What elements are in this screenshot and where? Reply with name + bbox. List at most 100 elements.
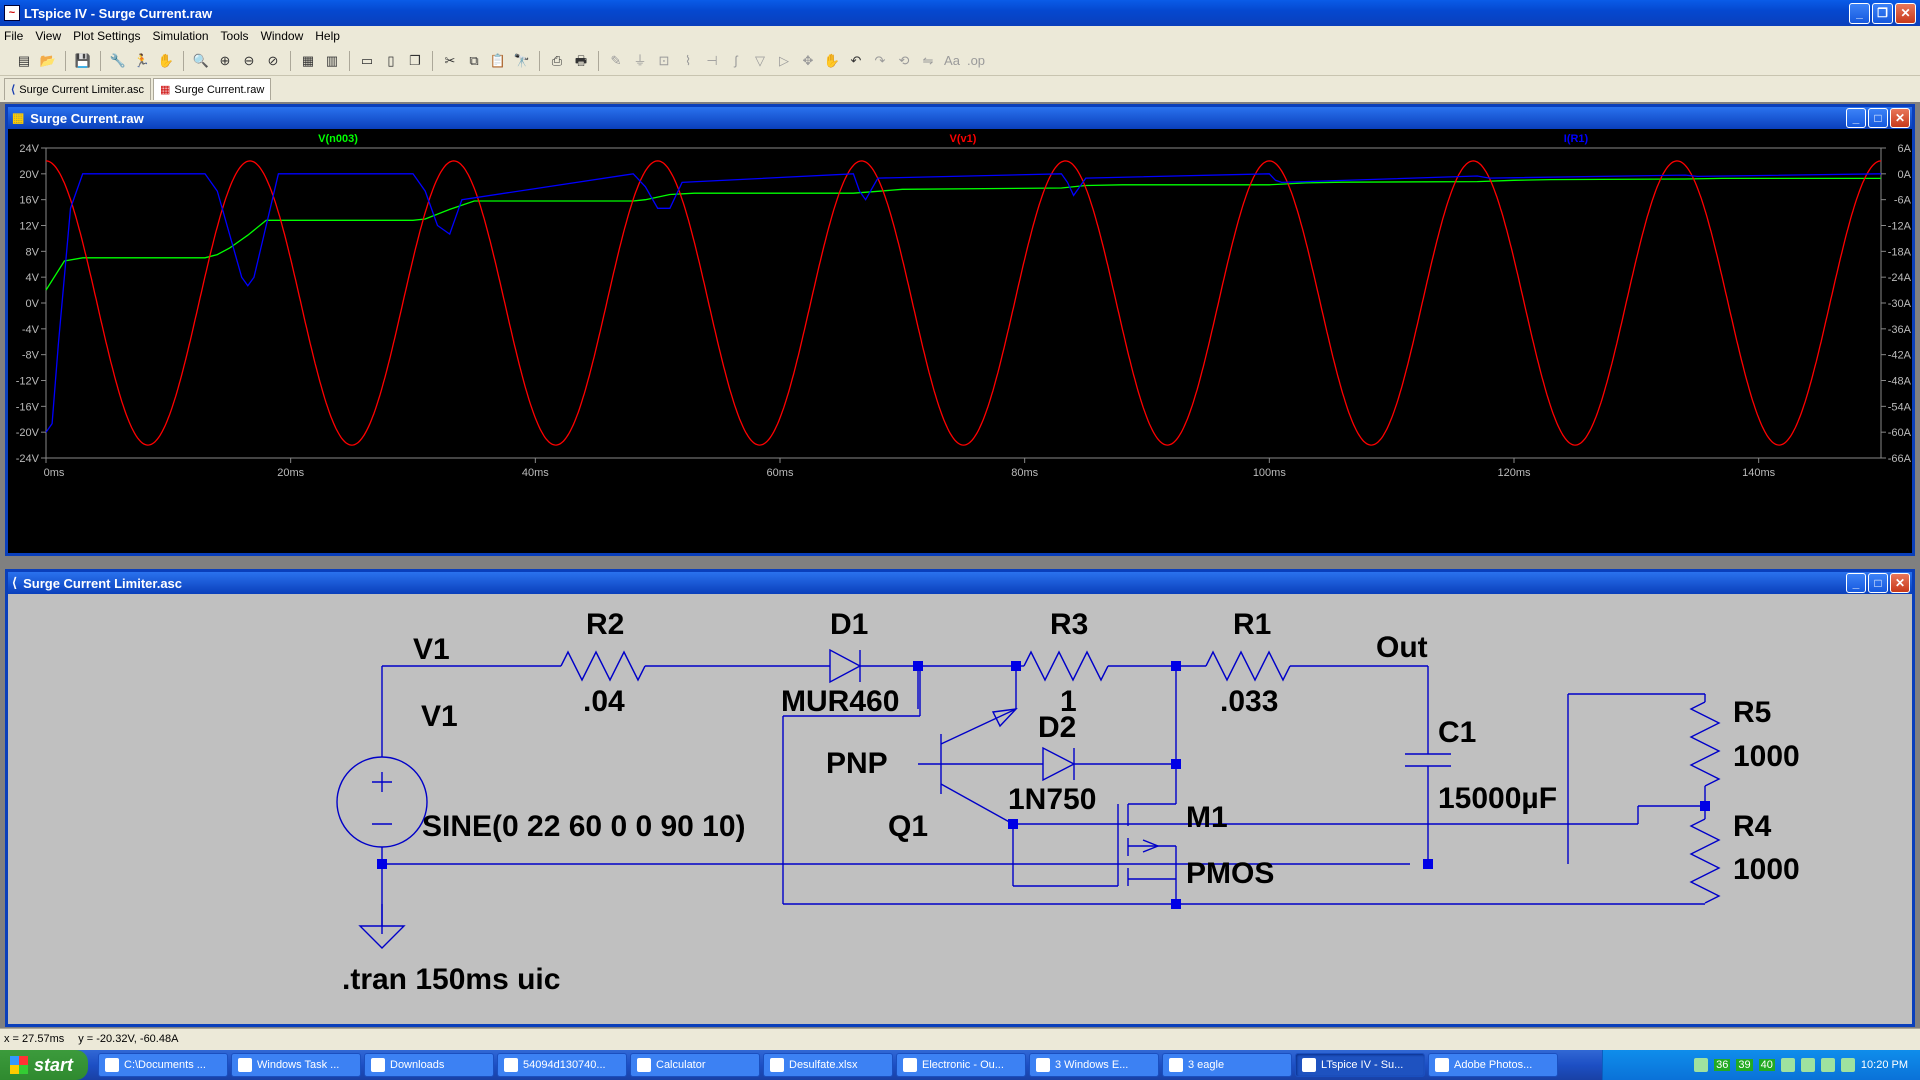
control-panel-icon[interactable]: 🔧 bbox=[108, 51, 128, 71]
menu-simulation[interactable]: Simulation bbox=[153, 29, 209, 43]
c1-name[interactable]: C1 bbox=[1438, 716, 1476, 749]
tray-icon[interactable] bbox=[1694, 1058, 1709, 1072]
open-icon[interactable]: 📂 bbox=[38, 51, 58, 71]
v1-value[interactable]: SINE(0 22 60 0 0 90 10) bbox=[422, 810, 746, 843]
label-net-icon[interactable]: ⊡ bbox=[654, 51, 674, 71]
resistor-r3-symbol[interactable] bbox=[1023, 650, 1109, 682]
restore-button[interactable]: ❐ bbox=[1872, 3, 1893, 24]
taskbar-item[interactable]: Windows Task ... bbox=[231, 1053, 361, 1077]
legend-label[interactable]: I(R1) bbox=[1564, 133, 1589, 145]
drag-icon[interactable]: ✋ bbox=[822, 51, 842, 71]
minimize-button[interactable]: _ bbox=[1846, 573, 1866, 593]
legend-label[interactable]: V(v1) bbox=[950, 133, 977, 145]
tile-vertical-icon[interactable]: ▯ bbox=[381, 51, 401, 71]
d2-value[interactable]: 1N750 bbox=[1008, 783, 1096, 816]
diode-icon[interactable]: ▽ bbox=[750, 51, 770, 71]
legend-label[interactable]: V(n003) bbox=[318, 133, 358, 145]
menu-window[interactable]: Window bbox=[261, 29, 304, 43]
d2-name[interactable]: D2 bbox=[1038, 711, 1076, 744]
inductor-icon[interactable]: ʃ bbox=[726, 51, 746, 71]
waveform-plot-area[interactable]: 24V 20V 16V 12V 8V 4V 0V -4V -8V -12V -16V -20V -24V… bbox=[8, 129, 1912, 553]
tray-icon[interactable] bbox=[1820, 1058, 1835, 1072]
close-button[interactable]: ✕ bbox=[1890, 108, 1910, 128]
draw-wire-icon[interactable]: ✎ bbox=[606, 51, 626, 71]
close-button[interactable]: ✕ bbox=[1890, 573, 1910, 593]
c1-value[interactable]: 15000µF bbox=[1438, 782, 1557, 815]
menu-plot-settings[interactable]: Plot Settings bbox=[73, 29, 140, 43]
capacitor-icon[interactable]: ⊣ bbox=[702, 51, 722, 71]
taskbar-item[interactable]: C:\Documents ... bbox=[98, 1053, 228, 1077]
ground-icon[interactable]: ⏚ bbox=[630, 51, 650, 71]
resistor-icon[interactable]: ⌇ bbox=[678, 51, 698, 71]
pan-icon[interactable]: ⊕ bbox=[215, 51, 235, 71]
r1-name[interactable]: R1 bbox=[1233, 608, 1271, 641]
volume-icon[interactable] bbox=[1840, 1058, 1855, 1072]
r4-name[interactable]: R4 bbox=[1733, 810, 1772, 843]
taskbar-item[interactable]: Adobe Photos... bbox=[1428, 1053, 1558, 1077]
resistor-r1-symbol[interactable] bbox=[1205, 650, 1291, 682]
r2-name[interactable]: R2 bbox=[586, 608, 624, 641]
r3-name[interactable]: R3 bbox=[1050, 608, 1088, 641]
paste-icon[interactable]: 📋 bbox=[488, 51, 508, 71]
r2-value[interactable]: .04 bbox=[583, 685, 625, 718]
minimize-button[interactable]: _ bbox=[1846, 108, 1866, 128]
close-button[interactable]: ✕ bbox=[1895, 3, 1916, 24]
menu-file[interactable]: File bbox=[4, 29, 23, 43]
print-setup-icon[interactable]: ⎙ bbox=[547, 51, 567, 71]
diode-d2-symbol[interactable] bbox=[1042, 746, 1076, 782]
print-icon[interactable]: 🖶 bbox=[571, 51, 591, 71]
trace-ir1[interactable] bbox=[45, 173, 1882, 433]
net-label-out[interactable]: Out bbox=[1376, 631, 1428, 664]
redo-icon[interactable]: ↷ bbox=[870, 51, 890, 71]
d1-value[interactable]: MUR460 bbox=[781, 685, 899, 718]
taskbar-item[interactable]: LTspice IV - Su... bbox=[1295, 1053, 1425, 1077]
fft-icon[interactable]: ▥ bbox=[322, 51, 342, 71]
spice-directive-icon[interactable]: .op bbox=[966, 51, 986, 71]
waveform-chart[interactable]: 24V 20V 16V 12V 8V 4V 0V -4V -8V -12V -16V -20V -24V… bbox=[8, 129, 1912, 553]
tab-schematic[interactable]: ⟨ Surge Current Limiter.asc bbox=[4, 78, 152, 100]
rotate-icon[interactable]: ⟲ bbox=[894, 51, 914, 71]
taskbar-item[interactable]: Electronic - Ou... bbox=[896, 1053, 1026, 1077]
menu-view[interactable]: View bbox=[35, 29, 61, 43]
r4-value[interactable]: 1000 bbox=[1733, 853, 1800, 886]
halt-icon[interactable]: ✋ bbox=[156, 51, 176, 71]
resistor-r4-symbol[interactable] bbox=[1689, 818, 1721, 904]
save-icon[interactable]: 💾 bbox=[73, 51, 93, 71]
v1-name[interactable]: V1 bbox=[421, 700, 458, 733]
taskbar-item[interactable]: Downloads bbox=[364, 1053, 494, 1077]
tile-horizontal-icon[interactable]: ▭ bbox=[357, 51, 377, 71]
trace-vv1[interactable] bbox=[45, 160, 1882, 446]
r1-value[interactable]: .033 bbox=[1220, 685, 1278, 718]
menu-help[interactable]: Help bbox=[315, 29, 340, 43]
taskbar-item[interactable]: 3 eagle bbox=[1162, 1053, 1292, 1077]
tab-waveform[interactable]: ▦ Surge Current.raw bbox=[153, 78, 272, 100]
autorange-icon[interactable]: ▦ bbox=[298, 51, 318, 71]
schematic-canvas[interactable]: V1 R2 .04 D1 MUR460 R3 1 R1 .033 Out V1 … bbox=[8, 594, 1912, 1024]
taskbar-item[interactable]: 3 Windows E... bbox=[1029, 1053, 1159, 1077]
run-icon[interactable]: 🏃 bbox=[132, 51, 152, 71]
net-label-v1[interactable]: V1 bbox=[413, 633, 450, 666]
voltage-source-symbol[interactable] bbox=[336, 756, 428, 848]
r5-value[interactable]: 1000 bbox=[1733, 740, 1800, 773]
trace-vn003[interactable] bbox=[45, 177, 1881, 291]
taskbar-item[interactable]: Desulfate.xlsx bbox=[763, 1053, 893, 1077]
start-button[interactable]: start bbox=[0, 1050, 88, 1080]
zoom-out-icon[interactable]: ⊖ bbox=[239, 51, 259, 71]
spice-directive[interactable]: .tran 150ms uic bbox=[342, 963, 560, 996]
new-schematic-icon[interactable]: ▤ bbox=[14, 51, 34, 71]
cascade-icon[interactable]: ❐ bbox=[405, 51, 425, 71]
taskbar-item[interactable]: Calculator bbox=[630, 1053, 760, 1077]
resistor-r2-symbol[interactable] bbox=[560, 650, 646, 682]
copy-icon[interactable]: ⧉ bbox=[464, 51, 484, 71]
zoom-fit-icon[interactable]: ⊘ bbox=[263, 51, 283, 71]
menu-tools[interactable]: Tools bbox=[221, 29, 249, 43]
zoom-in-icon[interactable]: 🔍 bbox=[191, 51, 211, 71]
move-icon[interactable]: ✥ bbox=[798, 51, 818, 71]
undo-icon[interactable]: ↶ bbox=[846, 51, 866, 71]
r5-name[interactable]: R5 bbox=[1733, 696, 1771, 729]
m1-name[interactable]: M1 bbox=[1186, 801, 1228, 834]
minimize-button[interactable]: _ bbox=[1849, 3, 1870, 24]
tray-icon[interactable] bbox=[1780, 1058, 1795, 1072]
m1-type[interactable]: PMOS bbox=[1186, 857, 1274, 890]
q1-type[interactable]: PNP bbox=[826, 747, 888, 780]
